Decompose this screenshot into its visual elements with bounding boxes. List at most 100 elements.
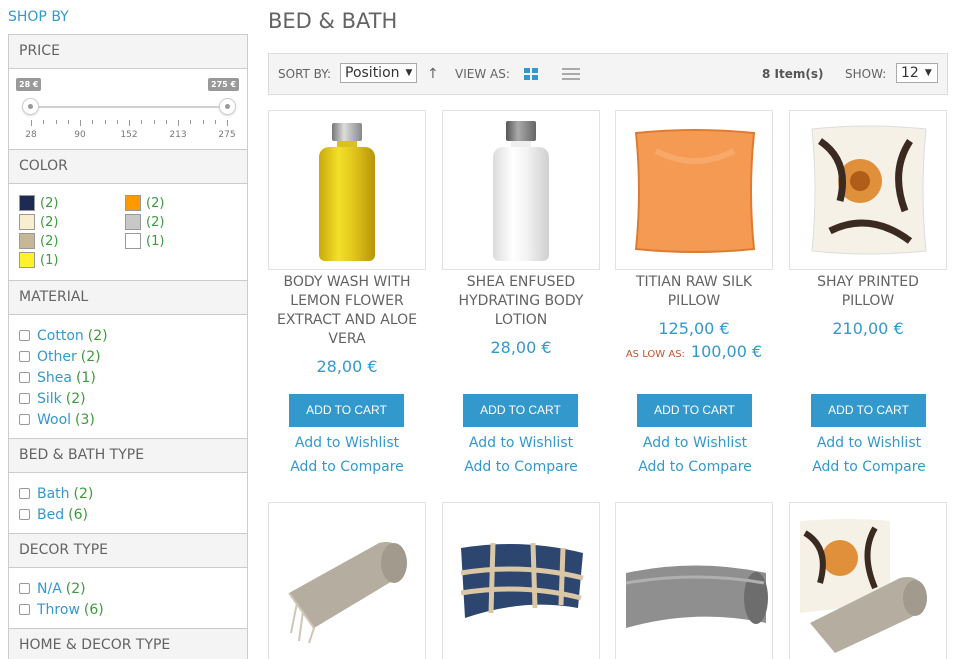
product-name[interactable]: BODY WASH WITH LEMON FLOWER EXTRACT AND … [268,273,426,349]
price-max-tag: 275 € [208,78,240,91]
swatch-count: (2) [146,214,165,230]
swatch-color [19,233,35,249]
color-swatch-yellow[interactable]: (1) [19,252,58,268]
show-per-page-select[interactable]: 12 ▼ [896,63,938,83]
add-to-wishlist-link[interactable]: Add to Wishlist [268,435,426,451]
checkbox[interactable] [19,372,30,383]
sort-by-select[interactable]: Position ▼ [340,63,417,83]
option-label[interactable]: Silk [37,391,62,407]
decor-type-filter-title[interactable]: DECOR TYPE [8,533,248,568]
color-swatch-khaki[interactable]: (2) [19,233,58,249]
material-option-shea[interactable]: Shea (1) [19,367,237,388]
checkbox[interactable] [19,604,30,615]
color-swatch-gray[interactable]: (2) [125,214,164,230]
price-filter-title[interactable]: PRICE [8,34,248,69]
option-label[interactable]: Wool [37,412,71,428]
slider-min-handle[interactable] [22,98,39,115]
slider-tick [190,120,192,124]
product-image[interactable] [789,502,947,659]
home-decor-type-filter-title[interactable]: HOME & DECOR TYPE [8,628,248,659]
product-image[interactable] [615,502,773,659]
tick-label: 213 [169,130,187,140]
option-label[interactable]: Throw [37,602,80,618]
color-swatch-orange[interactable]: (2) [125,195,164,211]
checkbox[interactable] [19,330,30,341]
checkbox[interactable] [19,393,30,404]
slider-tick [214,120,216,124]
add-to-compare-link[interactable]: Add to Compare [616,459,774,475]
add-to-cart-button[interactable]: ADD TO CART [811,394,926,427]
product-price: 28,00 € [316,357,378,376]
product-name[interactable]: TITIAN RAW SILK PILLOW [615,273,773,311]
option-count: (2) [87,327,108,344]
material-filter-title[interactable]: MATERIAL [8,280,248,315]
checkbox[interactable] [19,351,30,362]
add-to-compare-link[interactable]: Add to Compare [790,459,948,475]
grid-view-icon[interactable] [524,68,538,81]
swatch-color [125,233,141,249]
add-to-cart-button[interactable]: ADD TO CART [463,394,578,427]
swatch-count: (1) [40,252,59,268]
decor-option-na[interactable]: N/A (2) [19,578,237,599]
decor-type-options: N/A (2) Throw (6) [8,568,248,628]
material-options: Cotton (2) Other (2) Shea (1) Silk (2) Wool(… [8,315,248,438]
product-name[interactable]: SHAY PRINTED PILLOW [789,273,947,311]
checkbox[interactable] [19,509,30,520]
product-image[interactable] [442,110,600,270]
add-to-wishlist-link[interactable]: Add to Wishlist [616,435,774,451]
swatch-color [125,195,141,211]
material-option-other[interactable]: Other (2) [19,346,237,367]
slider-max-handle[interactable] [219,98,236,115]
bed-bath-option-bed[interactable]: Bed (6) [19,504,237,525]
view-as-label: VIEW AS: [455,67,510,81]
product-name[interactable]: SHEA ENFUSED HYDRATING BODY LOTION [442,273,600,330]
decor-option-throw[interactable]: Throw (6) [19,599,237,620]
product-card [789,502,947,659]
add-to-wishlist-link[interactable]: Add to Wishlist [790,435,948,451]
color-filter-title[interactable]: COLOR [8,149,248,184]
checkbox[interactable] [19,583,30,594]
add-to-wishlist-link[interactable]: Add to Wishlist [442,435,600,451]
product-card: TITIAN RAW SILK PILLOW 125,00 € AS LOW A… [615,110,773,490]
add-to-cart-button[interactable]: ADD TO CART [637,394,752,427]
swatch-count: (1) [146,233,165,249]
product-image[interactable] [268,110,426,270]
show-per-page-value: 12 [901,65,919,81]
option-label[interactable]: Cotton [37,328,84,344]
color-swatch-cream[interactable]: (2) [19,214,58,230]
option-label[interactable]: Shea [37,370,72,386]
sort-direction-arrow-icon[interactable]: ↑ [427,54,439,94]
bed-bath-type-filter-title[interactable]: BED & BATH TYPE [8,438,248,473]
material-option-cotton[interactable]: Cotton (2) [19,325,237,346]
swatch-count: (2) [40,214,59,230]
bed-bath-option-bath[interactable]: Bath (2) [19,483,237,504]
swatch-count: (2) [146,195,165,211]
price-slider[interactable]: 28 € 275 € 28 90 152 213 275 [8,69,248,149]
add-to-cart-button[interactable]: ADD TO CART [289,394,404,427]
product-card: SHAY PRINTED PILLOW 210,00 € [789,110,947,490]
slider-track[interactable] [31,106,227,108]
slider-tick [67,120,69,124]
list-view-icon[interactable] [562,67,580,81]
slider-ticks [31,120,228,126]
color-swatch-white[interactable]: (1) [125,233,164,249]
product-image[interactable] [615,110,773,270]
product-image[interactable] [789,110,947,270]
checkbox[interactable] [19,414,30,425]
option-label[interactable]: Bed [37,507,64,523]
color-swatch-navy[interactable]: (2) [19,195,58,211]
sort-by-label: SORT BY: [278,67,332,81]
material-option-silk[interactable]: Silk (2) [19,388,237,409]
material-option-wool[interactable]: Wool (3) [19,409,237,430]
checkbox[interactable] [19,488,30,499]
option-label[interactable]: N/A [37,581,62,597]
product-image[interactable] [268,502,426,659]
option-label[interactable]: Other [37,349,77,365]
option-label[interactable]: Bath [37,486,70,502]
add-to-compare-link[interactable]: Add to Compare [268,459,426,475]
product-image[interactable] [442,502,600,659]
chevron-down-icon: ▼ [405,68,413,78]
option-count: (6) [68,506,88,523]
tick-label: 28 [25,130,37,140]
add-to-compare-link[interactable]: Add to Compare [442,459,600,475]
